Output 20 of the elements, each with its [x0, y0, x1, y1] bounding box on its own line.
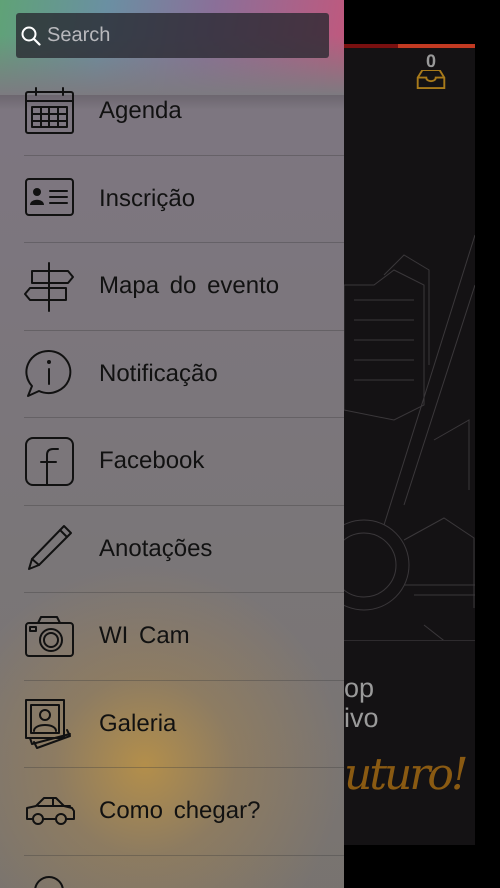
- menu-item[interactable]: Anotações: [99, 534, 212, 563]
- menu-item[interactable]: Como chegar?: [99, 797, 260, 826]
- tagline-text: op: [344, 673, 374, 703]
- signpost-icon: [24, 260, 75, 312]
- calendar-icon: [24, 86, 75, 137]
- search-field[interactable]: Search: [16, 13, 329, 58]
- menu-item[interactable]: WI Cam: [99, 622, 190, 650]
- menu-item[interactable]: Galeria: [99, 710, 176, 738]
- menu-item[interactable]: Mapa do evento: [99, 272, 280, 300]
- menu-item[interactable]: Notificação: [99, 360, 218, 388]
- search-icon: [21, 26, 41, 46]
- car-icon: [24, 796, 75, 826]
- menu-item[interactable]: Facebook: [99, 447, 204, 476]
- letter-square-icon: [24, 436, 75, 487]
- inbox-icon[interactable]: [416, 70, 446, 89]
- menu-item[interactable]: Agenda: [99, 97, 182, 126]
- tagline-text: ivo: [344, 703, 379, 733]
- inbox-count: 0: [426, 53, 436, 70]
- menu-item[interactable]: Inscrição: [99, 184, 196, 213]
- slogan-text: uturo!: [344, 749, 466, 800]
